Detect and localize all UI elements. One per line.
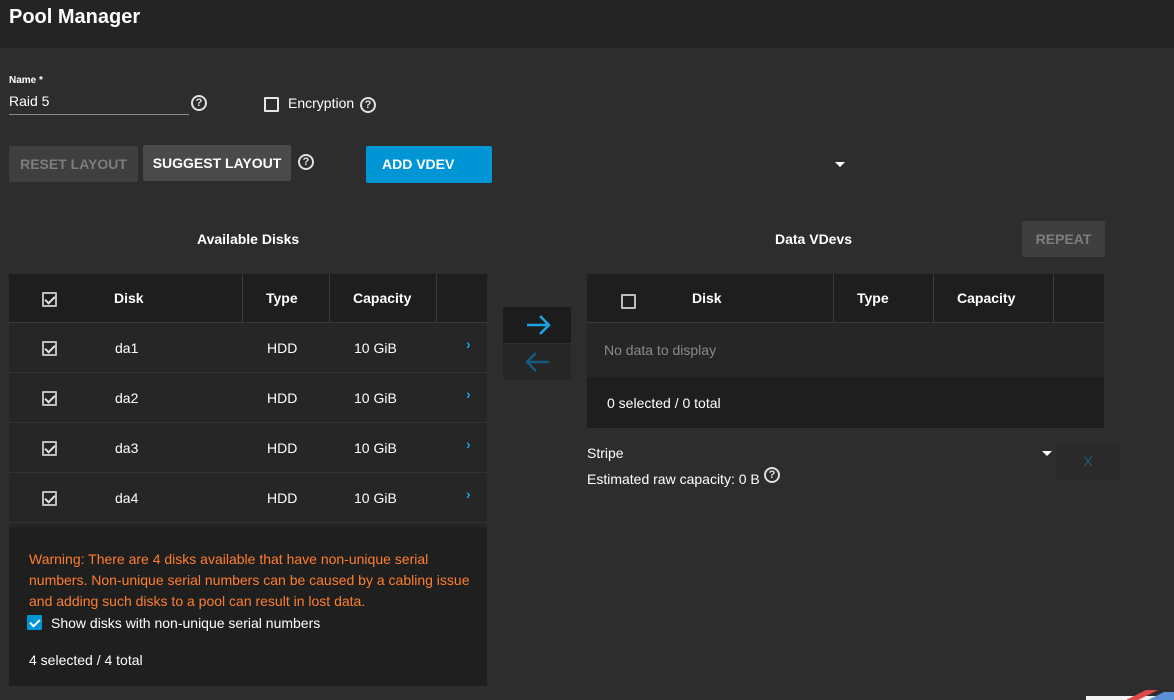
help-circle-icon[interactable]: ? xyxy=(298,154,314,170)
column-divider xyxy=(933,274,934,322)
column-header-type[interactable]: Type xyxy=(857,274,889,322)
disk-capacity: 10 GiB xyxy=(354,340,397,356)
caret-down-icon[interactable] xyxy=(835,162,845,167)
column-header-capacity[interactable]: Capacity xyxy=(353,274,411,322)
row-checkbox[interactable] xyxy=(42,341,57,356)
column-divider xyxy=(329,274,330,322)
add-vdev-button[interactable]: ADD VDEV xyxy=(366,146,845,183)
show-nonunique-label: Show disks with non-unique serial number… xyxy=(51,615,321,631)
help-circle-icon[interactable]: ? xyxy=(764,467,780,483)
data-vdevs-footer: 0 selected / 0 total xyxy=(587,377,1104,428)
select-all-checkbox[interactable] xyxy=(42,292,57,307)
disk-type: HDD xyxy=(267,390,298,406)
column-divider xyxy=(1053,274,1054,322)
repeat-button[interactable]: REPEAT xyxy=(1022,221,1105,257)
column-header-capacity[interactable]: Capacity xyxy=(957,274,1015,322)
encryption-label: Encryption xyxy=(288,95,355,111)
remove-vdev-button[interactable]: X xyxy=(1056,443,1120,479)
estimated-raw-capacity: Estimated raw capacity: 0 B xyxy=(587,471,760,487)
page-title: Pool Manager xyxy=(9,6,141,28)
disk-type: HDD xyxy=(267,340,298,356)
help-circle-icon[interactable]: ? xyxy=(360,97,376,113)
show-nonunique-checkbox[interactable] xyxy=(27,615,42,630)
chevron-right-icon[interactable]: › xyxy=(466,486,471,502)
available-disks-title: Available Disks xyxy=(197,231,300,247)
table-header: Disk Type Capacity xyxy=(9,274,487,323)
disk-type: HDD xyxy=(267,440,298,456)
select-all-checkbox[interactable] xyxy=(621,294,636,309)
page-header: Pool Manager xyxy=(0,0,1174,48)
table-row[interactable]: da2 HDD 10 GiB › xyxy=(9,373,487,423)
data-vdevs-title: Data VDevs xyxy=(775,231,853,247)
encryption-checkbox[interactable] xyxy=(264,97,279,112)
help-circle-icon[interactable]: ? xyxy=(191,95,207,111)
disk-type: HDD xyxy=(267,490,298,506)
move-left-button[interactable] xyxy=(503,344,571,380)
table-row[interactable]: da3 HDD 10 GiB › xyxy=(9,423,487,473)
caret-down-icon[interactable] xyxy=(1042,451,1052,456)
available-disks-footer: Warning: There are 4 disks available tha… xyxy=(9,527,487,686)
add-vdev-label: ADD VDEV xyxy=(382,156,455,172)
disk-name: da1 xyxy=(115,340,139,356)
empty-row: No data to display xyxy=(587,323,1104,377)
chevron-right-icon[interactable]: › xyxy=(466,336,471,352)
reset-layout-button[interactable]: RESET LAYOUT xyxy=(9,146,138,182)
arrow-right-icon xyxy=(527,315,551,335)
move-right-button[interactable] xyxy=(503,307,571,343)
data-vdevs-table: Disk Type Capacity No data to display 0 … xyxy=(587,274,1104,428)
column-divider xyxy=(242,274,243,322)
nonunique-serial-warning: Warning: There are 4 disks available tha… xyxy=(29,551,470,609)
table-header: Disk Type Capacity xyxy=(587,274,1104,323)
disk-name: da3 xyxy=(115,440,139,456)
table-row[interactable]: da4 HDD 10 GiB › xyxy=(9,473,487,523)
suggest-layout-button[interactable]: SUGGEST LAYOUT xyxy=(143,145,291,181)
name-input[interactable]: Raid 5 xyxy=(9,93,189,115)
column-header-disk[interactable]: Disk xyxy=(114,274,144,322)
disk-name: da2 xyxy=(115,390,139,406)
table-row[interactable]: da1 HDD 10 GiB › xyxy=(9,323,487,373)
arrow-left-icon xyxy=(525,352,549,372)
available-selection-count: 4 selected / 4 total xyxy=(29,652,143,668)
no-data-text: No data to display xyxy=(604,342,717,358)
chevron-right-icon[interactable]: › xyxy=(466,386,471,402)
disk-name: da4 xyxy=(115,490,139,506)
column-divider xyxy=(833,274,834,322)
disk-capacity: 10 GiB xyxy=(354,390,397,406)
vdev-selection-count: 0 selected / 0 total xyxy=(607,395,721,411)
name-label: Name * xyxy=(9,75,43,86)
chevron-right-icon[interactable]: › xyxy=(466,436,471,452)
vdev-layout-select[interactable]: Stripe xyxy=(587,445,624,461)
column-header-type[interactable]: Type xyxy=(266,274,298,322)
corner-decoration-icon xyxy=(1086,690,1174,700)
available-disks-table: Disk Type Capacity da1 HDD 10 GiB › da2 … xyxy=(9,274,487,527)
column-divider xyxy=(436,274,437,322)
disk-capacity: 10 GiB xyxy=(354,440,397,456)
row-checkbox[interactable] xyxy=(42,391,57,406)
column-header-disk[interactable]: Disk xyxy=(692,274,722,322)
row-checkbox[interactable] xyxy=(42,441,57,456)
disk-capacity: 10 GiB xyxy=(354,490,397,506)
row-checkbox[interactable] xyxy=(42,491,57,506)
